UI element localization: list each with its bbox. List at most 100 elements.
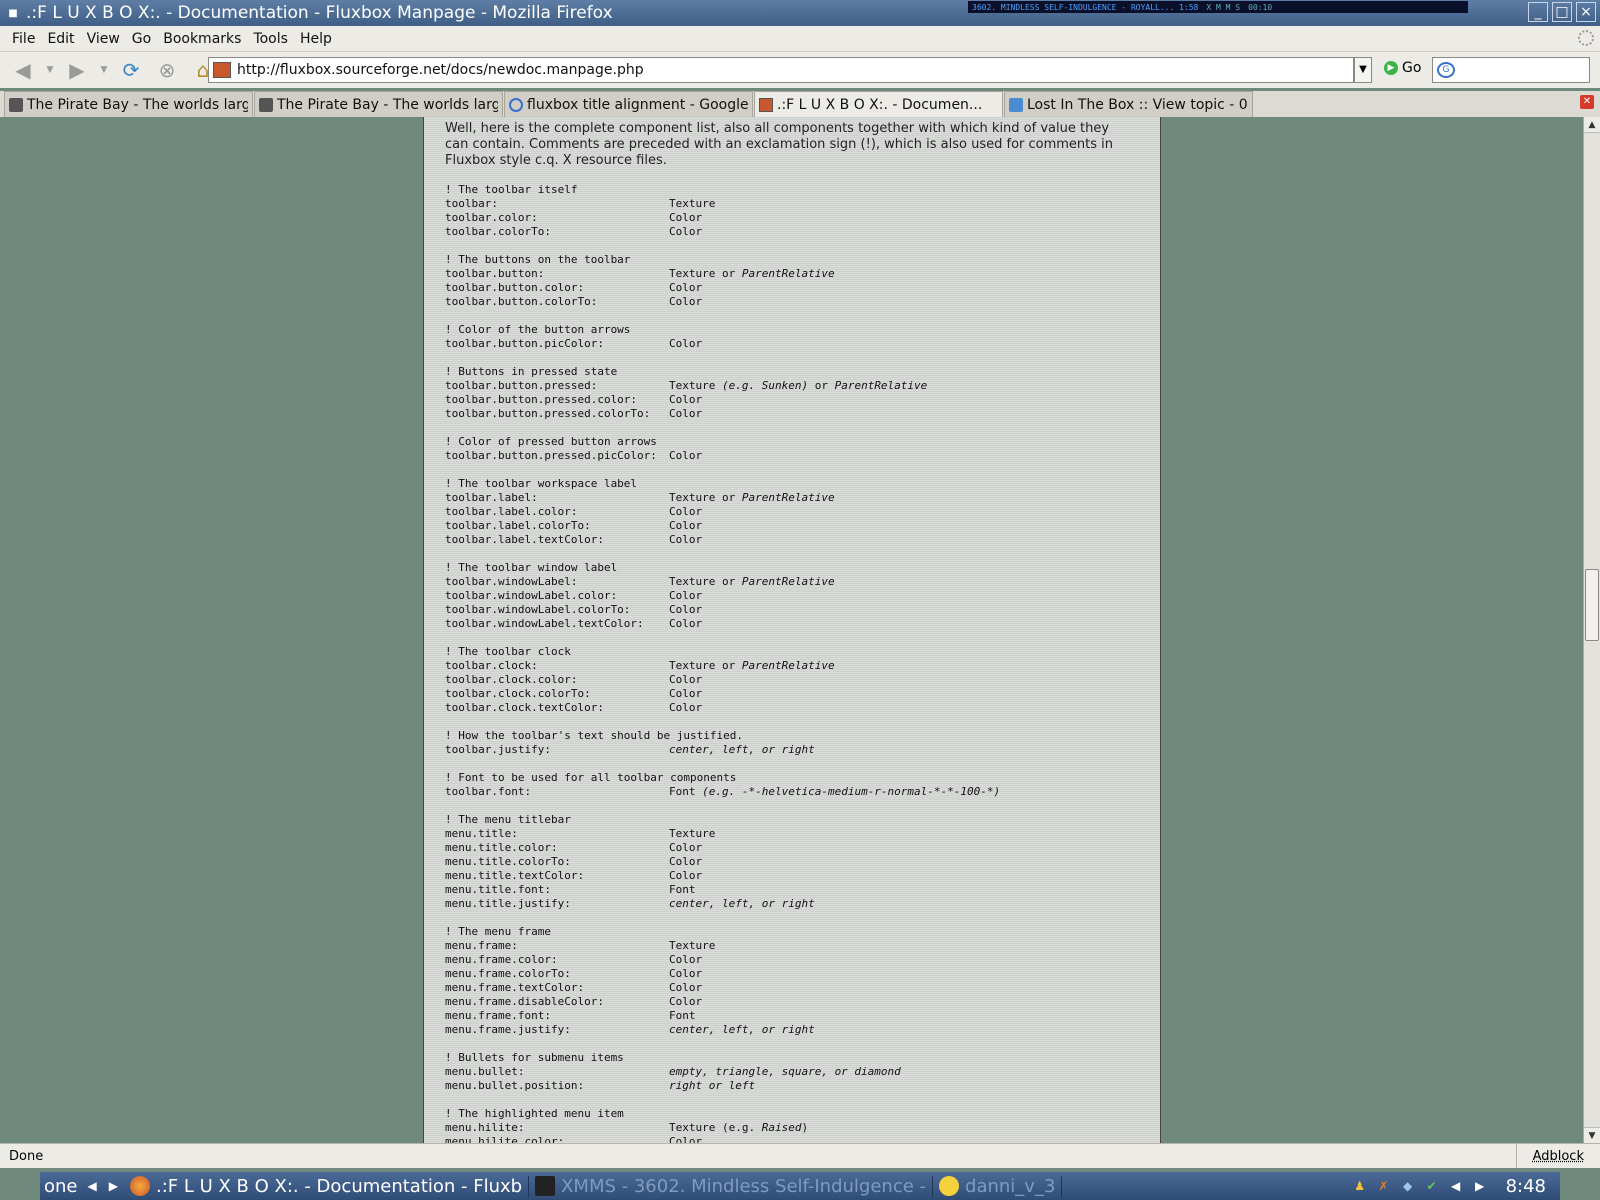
workspace-label[interactable]: one (40, 1176, 82, 1197)
resource-entry: toolbar.button.pressed.colorTo: Color (445, 407, 1145, 421)
resource-entry: menu.hilite: Texture (e.g. Raised) (445, 1121, 1145, 1135)
window-controls: _ □ × (1528, 2, 1596, 22)
task-firefox[interactable]: .:F L U X B O X:. - Documentation - Flux… (124, 1175, 530, 1197)
resource-key: menu.hilite: (445, 1121, 525, 1134)
menu-tools[interactable]: Tools (247, 31, 294, 47)
resource-value: Font (e.g. -*-helvetica-medium-r-normal-… (669, 785, 1000, 799)
xmms-mini-player[interactable]: 3602. MINDLESS SELF-INDULGENCE - ROYALL.… (968, 1, 1468, 13)
menu-edit[interactable]: Edit (41, 31, 80, 47)
task-label: danni_v_3 (965, 1175, 1056, 1197)
menu-view[interactable]: View (81, 31, 126, 47)
resource-entry: toolbar.justify: center, left, or right (445, 743, 1145, 757)
tab-fluxbox-docs[interactable]: .:F L U X B O X:. - Documen... (754, 91, 1003, 117)
resource-value-text: Color (669, 995, 703, 1008)
resource-value: Color (669, 855, 702, 869)
tab-label: fluxbox title alignment - Google ... (527, 96, 748, 113)
resource-value-text: Color (669, 1135, 703, 1143)
resource-entry: toolbar.colorTo: Color (445, 225, 1145, 239)
resource-value-text: Color (669, 281, 703, 294)
resource-key: toolbar.colorTo: (445, 225, 551, 238)
resource-key: menu.bullet: (445, 1065, 525, 1078)
menu-go[interactable]: Go (126, 31, 157, 47)
resource-value-italic: right or left (669, 1079, 756, 1092)
tab-pirate-bay-2[interactable]: The Pirate Bay - The worlds large... (254, 91, 503, 117)
task-xmms[interactable]: XMMS - 3602. Mindless Self-Indulgence - (529, 1175, 934, 1197)
component-list: ! The toolbar itself toolbar: Texture toolb… (445, 183, 1145, 1143)
window-menu-icon[interactable]: ■ (0, 8, 26, 19)
go-arrow-icon: ▶ (1384, 61, 1398, 75)
resource-key: menu.frame.textColor: (445, 981, 585, 994)
xmms-icon (535, 1176, 556, 1196)
resource-value: Font (669, 1009, 696, 1023)
tab-google-search[interactable]: fluxbox title alignment - Google ... (504, 91, 753, 117)
tools-icon[interactable]: ✗ (1376, 1178, 1392, 1194)
menu-file[interactable]: File (6, 31, 41, 47)
resource-entry: toolbar.label.color: Color (445, 505, 1145, 519)
resource-value: Color (669, 533, 702, 547)
tray-right-arrow-icon[interactable]: ▶ (1472, 1178, 1488, 1194)
scroll-down-arrow-icon[interactable]: ▼ (1584, 1127, 1600, 1143)
check-icon[interactable]: ✔ (1424, 1178, 1440, 1194)
task-chat[interactable]: danni_v_3 (933, 1175, 1063, 1197)
tab-lost-in-the-box[interactable]: Lost In The Box :: View topic - 0.7... (1004, 91, 1253, 117)
resource-value: Texture (669, 197, 715, 211)
resource-key: toolbar.label.colorTo: (445, 519, 591, 532)
network-icon[interactable]: ◆ (1400, 1178, 1416, 1194)
close-tab-icon[interactable]: ✕ (1580, 95, 1594, 109)
tab-pirate-bay-1[interactable]: The Pirate Bay - The worlds large... (4, 91, 253, 117)
minimize-icon[interactable]: _ (1528, 2, 1548, 22)
prev-workspace-icon[interactable]: ◀ (82, 1179, 103, 1193)
resource-value-text: Color (669, 603, 703, 616)
resource-value: center, left, or right (669, 897, 815, 911)
resource-comment: ! The buttons on the toolbar (445, 253, 631, 266)
resource-key: toolbar.button.pressed.color: (445, 393, 638, 406)
resource-value-italic: ParentRelative (834, 379, 928, 392)
resource-value-text: Texture (e.g. (669, 1121, 762, 1134)
user-icon[interactable]: ♟ (1352, 1178, 1368, 1194)
resource-comment: ! The toolbar window label (445, 561, 618, 574)
back-history-dropdown-icon[interactable]: ▼ (44, 56, 56, 84)
forward-arrow-icon[interactable]: ▶ (62, 56, 92, 84)
resource-comment: ! The menu titlebar (445, 813, 571, 826)
page-viewport[interactable]: Well, here is the complete component lis… (0, 117, 1583, 1143)
scrollbar-thumb[interactable] (1585, 569, 1599, 641)
forward-history-dropdown-icon[interactable]: ▼ (98, 56, 110, 84)
google-search-engine-icon[interactable]: G (1437, 62, 1455, 78)
resource-value-text: Color (669, 967, 703, 980)
resource-value-text: Texture or (669, 575, 742, 588)
resource-value-italic: Raised (761, 1121, 802, 1134)
url-input[interactable] (237, 62, 1353, 78)
resource-value: Color (669, 519, 702, 533)
back-arrow-icon[interactable]: ◀ (8, 56, 38, 84)
resource-value: Color (669, 211, 702, 225)
resource-comment: ! The toolbar workspace label (445, 477, 638, 490)
status-bar: Done Adblock (0, 1143, 1600, 1168)
resource-entry: toolbar.windowLabel: Texture or ParentRel… (445, 575, 1145, 589)
url-history-dropdown-icon[interactable]: ▼ (1354, 57, 1372, 83)
resource-key: toolbar.button.picColor: (445, 337, 604, 350)
tray-left-arrow-icon[interactable]: ◀ (1448, 1178, 1464, 1194)
go-button[interactable]: ▶ Go (1384, 60, 1421, 76)
vertical-scrollbar[interactable]: ▲ ▼ (1583, 117, 1600, 1143)
resource-value: Color (669, 953, 702, 967)
adblock-status-button[interactable]: Adblock (1515, 1144, 1600, 1168)
reload-icon[interactable]: ⟳ (116, 56, 146, 84)
resource-comment: ! The toolbar itself (445, 183, 578, 196)
close-icon[interactable]: × (1576, 2, 1596, 22)
resource-value-italic: ParentRelative (741, 659, 835, 672)
maximize-icon[interactable]: □ (1552, 2, 1572, 22)
search-box[interactable]: G (1432, 57, 1590, 83)
scroll-up-arrow-icon[interactable]: ▲ (1584, 117, 1600, 133)
menu-bookmarks[interactable]: Bookmarks (157, 31, 247, 47)
status-text: Done (9, 1148, 44, 1164)
resource-key: menu.title: (445, 827, 518, 840)
url-bar[interactable] (208, 57, 1354, 83)
menu-help[interactable]: Help (294, 31, 338, 47)
resource-key: toolbar.button.pressed.picColor: (445, 449, 657, 462)
next-workspace-icon[interactable]: ▶ (103, 1179, 124, 1193)
stop-icon[interactable]: ⊗ (152, 56, 182, 84)
resource-entry: toolbar.font: Font (e.g. -*-helvetica-med… (445, 785, 1145, 799)
